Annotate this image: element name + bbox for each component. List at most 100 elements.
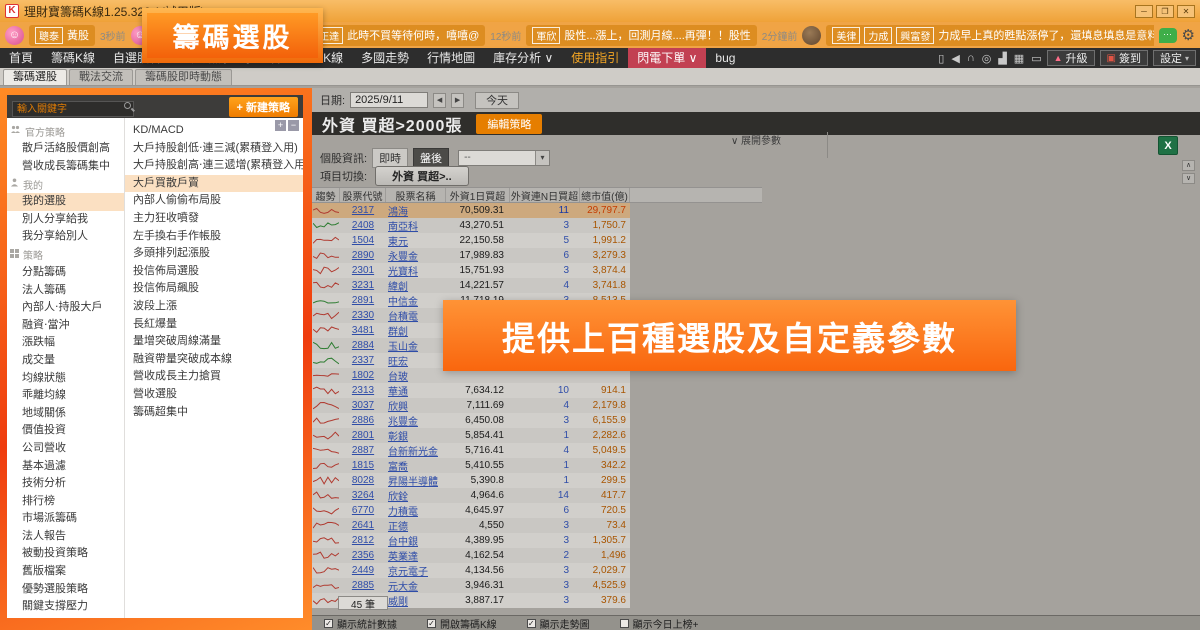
stock-code-link[interactable]: 2891 <box>340 293 386 308</box>
sidebar-item[interactable]: 舊版檔案 <box>7 563 124 581</box>
tab-item[interactable]: 籌碼股即時動態 <box>135 69 232 85</box>
stock-name-link[interactable]: 台新新光金 <box>386 443 446 458</box>
stock-name-link[interactable]: 欣興 <box>386 398 446 413</box>
stock-code-link[interactable]: 3231 <box>340 278 386 293</box>
sidebar-item[interactable]: 別人分享給我 <box>7 211 124 229</box>
stock-name-link[interactable]: 南亞科 <box>386 218 446 233</box>
column-header[interactable]: 外資連N日買超 <box>510 188 580 202</box>
stock-code-link[interactable]: 1504 <box>340 233 386 248</box>
stock-code-link[interactable]: 2884 <box>340 338 386 353</box>
chart-icon[interactable]: ▟ <box>998 52 1006 65</box>
menu-item[interactable]: 使用指引 <box>562 48 628 68</box>
table-row[interactable]: 2885元大金3,946.3134,525.9 <box>312 578 630 593</box>
date-input[interactable]: 2025/9/11 <box>350 92 428 108</box>
stock-code-link[interactable]: 2641 <box>340 518 386 533</box>
stock-code-link[interactable]: 2313 <box>340 383 386 398</box>
stock-name-link[interactable]: 京元電子 <box>386 563 446 578</box>
column-header[interactable]: 股票代號 <box>340 188 386 202</box>
stock-name-link[interactable]: 中信金 <box>386 293 446 308</box>
minus-button[interactable]: − <box>288 120 299 131</box>
table-row[interactable]: 1815富喬5,410.551342.2 <box>312 458 630 473</box>
table-row[interactable]: 6770力積電4,645.976720.5 <box>312 503 630 518</box>
table-row[interactable]: 3037欣興7,111.6942,179.8 <box>312 398 630 413</box>
menu-item[interactable]: 庫存分析 ∨ <box>484 48 562 68</box>
strategy-list-item[interactable]: 營收選股 <box>125 386 303 404</box>
chat-message[interactable]: 正達此時不買等待何時，嘻嘻@ <box>309 25 485 46</box>
stock-name-link[interactable]: 威剛 <box>386 593 446 608</box>
stock-name-link[interactable]: 緯創 <box>386 278 446 293</box>
scroll-up-button[interactable]: ∧ <box>1182 160 1195 171</box>
sidebar-item[interactable]: 地域關係 <box>7 405 124 423</box>
strategy-list-item[interactable]: 投信佈局選股 <box>125 263 303 281</box>
table-row[interactable]: 2641正德4,550373.4 <box>312 518 630 533</box>
sidebar-item[interactable]: 優勢選股策略 <box>7 581 124 599</box>
column-header[interactable]: 總市值(億) <box>580 188 630 202</box>
stock-name-link[interactable]: 兆豐金 <box>386 413 446 428</box>
stock-name-link[interactable]: 永豐金 <box>386 248 446 263</box>
stock-code-link[interactable]: 2887 <box>340 443 386 458</box>
table-row[interactable]: 1504東元22,150.5851,991.2 <box>312 233 630 248</box>
edit-strategy-button[interactable]: 編輯策略 <box>476 114 542 134</box>
sidebar-item[interactable]: 法人報告 <box>7 528 124 546</box>
table-row[interactable]: 2886兆豐金6,450.0836,155.9 <box>312 413 630 428</box>
table-row[interactable]: 3231緯創14,221.5743,741.8 <box>312 278 630 293</box>
strategy-list-item[interactable]: 長紅爆量 <box>125 316 303 334</box>
today-button[interactable]: 今天 <box>475 92 519 109</box>
sidebar-item[interactable]: 被動投資策略 <box>7 545 124 563</box>
stock-code-link[interactable]: 3481 <box>340 323 386 338</box>
table-row[interactable]: 2313華通7,634.1210914.1 <box>312 383 630 398</box>
sidebar-item[interactable]: 營收成長籌碼集中 <box>7 158 124 176</box>
stock-code-link[interactable]: 2356 <box>340 548 386 563</box>
stock-name-link[interactable]: 群創 <box>386 323 446 338</box>
table-row[interactable]: 2812台中銀4,389.9531,305.7 <box>312 533 630 548</box>
table-row[interactable]: 2890永豐金17,989.8363,279.3 <box>312 248 630 263</box>
search-input[interactable] <box>12 101 134 117</box>
sidebar-item[interactable]: 基本過濾 <box>7 458 124 476</box>
sidebar-item[interactable]: 排行榜 <box>7 493 124 511</box>
sidebar-item[interactable]: 乖離均線 <box>7 387 124 405</box>
stock-name-link[interactable]: 台中銀 <box>386 533 446 548</box>
stock-code-link[interactable]: 2330 <box>340 308 386 323</box>
strategy-list-item[interactable]: 營收成長主力搶買 <box>125 368 303 386</box>
stock-name-link[interactable]: 昇陽半導體 <box>386 473 446 488</box>
column-header[interactable]: 趨勢 <box>312 188 340 202</box>
tab-item[interactable]: 戰法交流 <box>69 69 133 85</box>
table-row[interactable]: 2301光寶科15,751.9333,874.4 <box>312 263 630 278</box>
stock-code-link[interactable]: 6770 <box>340 503 386 518</box>
scroll-down-button[interactable]: ∨ <box>1182 173 1195 184</box>
stock-name-link[interactable]: 光寶科 <box>386 263 446 278</box>
strategy-list-item[interactable]: 籌碼超集中 <box>125 404 303 422</box>
stock-info-dropdown[interactable]: -- ▾ <box>458 150 550 166</box>
stock-code-link[interactable]: 2886 <box>340 413 386 428</box>
strategy-list-item[interactable]: 波段上漲 <box>125 298 303 316</box>
checkin-button[interactable]: ▣ 簽到 <box>1100 50 1148 66</box>
stock-code-link[interactable]: 2408 <box>340 218 386 233</box>
stock-name-link[interactable]: 台玻 <box>386 368 446 383</box>
upgrade-button[interactable]: ▲ 升級 <box>1047 50 1095 66</box>
checkbox[interactable] <box>620 619 629 628</box>
sidebar-item[interactable]: 市場派籌碼 <box>7 510 124 528</box>
table-row[interactable]: 8028昇陽半導體5,390.81299.5 <box>312 473 630 488</box>
stock-code-link[interactable]: 2890 <box>340 248 386 263</box>
stock-code-link[interactable]: 2301 <box>340 263 386 278</box>
stock-name-link[interactable]: 鴻海 <box>386 203 446 218</box>
settings-button[interactable]: 設定 ▾ <box>1153 50 1196 66</box>
table-row[interactable]: 3264欣銓4,964.614417.7 <box>312 488 630 503</box>
minimize-button[interactable]: ─ <box>1135 5 1153 18</box>
sidebar-item[interactable]: 成交量 <box>7 352 124 370</box>
stock-code-link[interactable]: 2801 <box>340 428 386 443</box>
chat-message[interactable]: 軍欣股性...漲上，回測月線....再彈！！股性 <box>526 25 756 46</box>
sidebar-item[interactable]: 技術分析 <box>7 475 124 493</box>
tab-active[interactable]: 籌碼選股 <box>3 69 67 85</box>
headset-icon[interactable]: ∩ <box>967 52 975 64</box>
stock-code-link[interactable]: 2337 <box>340 353 386 368</box>
strategy-list-item[interactable]: 左手換右手作帳股 <box>125 228 303 246</box>
sidebar-item[interactable]: 融資‧當沖 <box>7 317 124 335</box>
stock-code-link[interactable]: 2449 <box>340 563 386 578</box>
excel-export-icon[interactable]: X <box>1158 136 1178 155</box>
sidebar-item[interactable]: 漲跌幅 <box>7 334 124 352</box>
display-option[interactable]: ✓開啟籌碼K線 <box>427 616 497 630</box>
stock-code-link[interactable]: 1802 <box>340 368 386 383</box>
stock-name-link[interactable]: 元大金 <box>386 578 446 593</box>
stock-name-link[interactable]: 台積電 <box>386 308 446 323</box>
